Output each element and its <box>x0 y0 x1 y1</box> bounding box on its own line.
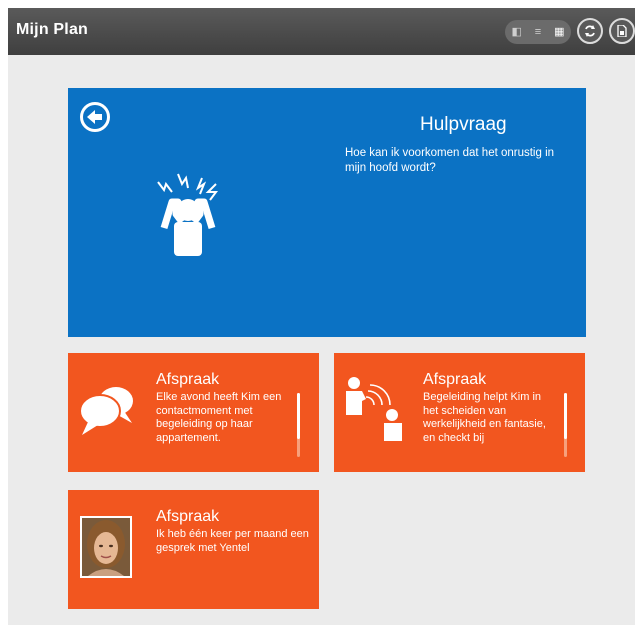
appointment-card-2[interactable]: Afspraak Begeleiding helpt Kim in het sc… <box>334 353 585 472</box>
back-button[interactable] <box>80 102 110 132</box>
people-talking-icon <box>346 377 402 441</box>
scrollbar[interactable] <box>564 393 567 457</box>
document-icon <box>617 25 627 37</box>
stressed-person-icon <box>157 173 218 256</box>
card-text: Ik heb één keer per maand een gesprek me… <box>156 528 309 554</box>
avatar-photo <box>82 518 130 576</box>
app-title: Mijn Plan <box>16 21 89 38</box>
scrollbar-thumb[interactable] <box>297 393 300 439</box>
scrollbar-thumb[interactable] <box>564 393 567 439</box>
card-view-icon[interactable]: ◧ <box>511 26 521 38</box>
app-window: Mijn Plan ◧ ≡ ▦ Hulpvraag Hoe kan ik voo… <box>8 8 635 625</box>
document-button[interactable] <box>609 18 635 44</box>
scrollbar[interactable] <box>297 393 300 457</box>
sync-button[interactable] <box>577 18 603 44</box>
card-title: Afspraak <box>156 371 220 388</box>
card-title: Afspraak <box>423 371 487 388</box>
header-bar: Mijn Plan ◧ ≡ ▦ <box>8 8 635 55</box>
view-toggle: ◧ ≡ ▦ <box>505 20 571 44</box>
appointment-card-3[interactable]: Afspraak Ik heb één keer per maand een g… <box>68 490 319 609</box>
card-title: Afspraak <box>156 508 220 525</box>
appointment-card-1[interactable]: Afspraak Elke avond heeft Kim een contac… <box>68 353 319 472</box>
list-view-icon[interactable]: ≡ <box>535 26 541 38</box>
back-arrow-icon <box>87 110 102 124</box>
help-text: Hoe kan ik voorkomen dat het onrustig in… <box>345 147 555 174</box>
speech-bubbles-icon <box>79 387 133 435</box>
grid-view-icon[interactable]: ▦ <box>554 26 564 38</box>
sync-icon <box>585 25 595 37</box>
card-text: Elke avond heeft Kim een contactmoment m… <box>156 391 282 444</box>
avatar <box>80 516 132 578</box>
help-title: Hulpvraag <box>420 114 507 135</box>
help-question-card[interactable]: Hulpvraag Hoe kan ik voorkomen dat het o… <box>68 88 586 337</box>
card-text: Begeleiding helpt Kim in het scheiden va… <box>423 391 546 444</box>
